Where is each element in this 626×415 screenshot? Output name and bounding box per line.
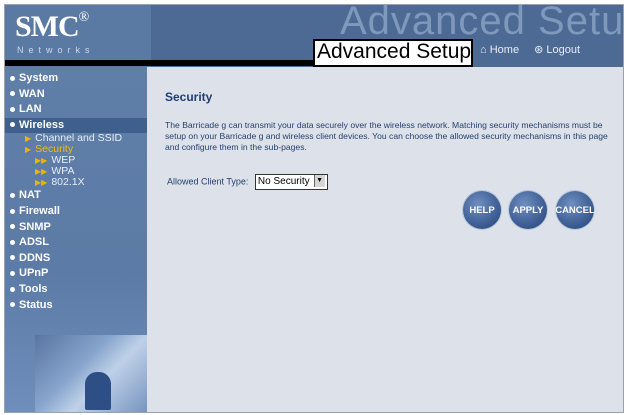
bullet-icon [10, 91, 15, 97]
double-arrow-icon: ▶▶ [35, 178, 48, 188]
cancel-button[interactable]: CANCEL [555, 191, 595, 229]
bullet-icon [10, 75, 15, 81]
sidebar-item-lan[interactable]: LAN [5, 102, 147, 118]
sidebar-item-nat[interactable]: NAT [5, 188, 147, 204]
sidebar-subitem-wep[interactable]: ▶▶ WEP [5, 155, 147, 166]
header-watermark: Advanced Setup [340, 4, 624, 43]
main-content: Security The Barricade g can transmit yo… [147, 67, 623, 412]
client-type-select[interactable]: No Security ▼ [254, 174, 328, 190]
header-divider [5, 60, 313, 66]
bullet-icon [10, 224, 15, 230]
sidebar-item-firewall[interactable]: Firewall [5, 204, 147, 220]
sidebar-subitem-security[interactable]: ▶ Security [5, 144, 147, 155]
bullet-icon [10, 106, 15, 112]
help-button[interactable]: HELP [463, 191, 501, 229]
arrow-icon: ▶ [25, 134, 32, 144]
sidebar: System WAN LAN Wireless ▶ Channel and SSI… [5, 67, 147, 412]
home-link[interactable]: ⌂ Home [480, 44, 519, 56]
home-icon: ⌂ [480, 44, 487, 56]
sidebar-nav: System WAN LAN Wireless ▶ Channel and SSI… [5, 67, 147, 313]
arrow-icon: ▶ [25, 145, 32, 155]
bullet-icon [10, 192, 15, 198]
description-text: The Barricade g can transmit your data s… [165, 120, 608, 152]
client-type-label: Allowed Client Type: [167, 176, 249, 187]
bullet-icon [10, 208, 15, 214]
sidebar-item-wireless[interactable]: Wireless [5, 117, 147, 134]
header-links: ⌂ Home ⊛ Logout [480, 43, 592, 56]
bullet-icon [10, 122, 15, 128]
logout-link[interactable]: ⊛ Logout [534, 44, 580, 56]
sidebar-item-status[interactable]: Status [5, 298, 147, 314]
double-arrow-icon: ▶▶ [35, 156, 48, 166]
double-arrow-icon: ▶▶ [35, 167, 48, 177]
sidebar-item-system[interactable]: System [5, 71, 147, 87]
logout-icon: ⊛ [534, 44, 544, 56]
bullet-icon [10, 239, 15, 245]
sidebar-item-snmp[interactable]: SNMP [5, 220, 147, 236]
bullet-icon [10, 302, 15, 308]
router-admin-window: SMC® Networks Advanced Setup Advanced Se… [4, 4, 624, 413]
logo-subtitle: Networks [17, 45, 95, 55]
bullet-icon [10, 255, 15, 261]
apply-button[interactable]: APPLY [509, 191, 547, 229]
bullet-icon [10, 270, 15, 276]
person-figure [85, 372, 111, 410]
sidebar-item-tools[interactable]: Tools [5, 282, 147, 298]
page-heading: Advanced Setup [317, 40, 472, 63]
dropdown-arrow-icon: ▼ [313, 175, 325, 187]
sidebar-item-wan[interactable]: WAN [5, 87, 147, 103]
sidebar-subitem-channel-ssid[interactable]: ▶ Channel and SSID [5, 133, 147, 144]
client-type-row: Allowed Client Type: No Security ▼ [167, 174, 328, 190]
smc-logo: SMC® [15, 10, 89, 43]
sidebar-item-adsl[interactable]: ADSL [5, 235, 147, 251]
sidebar-subitem-8021x[interactable]: ▶▶ 802.1X [5, 177, 147, 188]
sidebar-item-upnp[interactable]: UPnP [5, 266, 147, 282]
header: SMC® Networks Advanced Setup Advanced Se… [5, 5, 623, 67]
bullet-icon [10, 286, 15, 292]
page-title: Security [165, 90, 213, 104]
sidebar-item-ddns[interactable]: DDNS [5, 251, 147, 267]
